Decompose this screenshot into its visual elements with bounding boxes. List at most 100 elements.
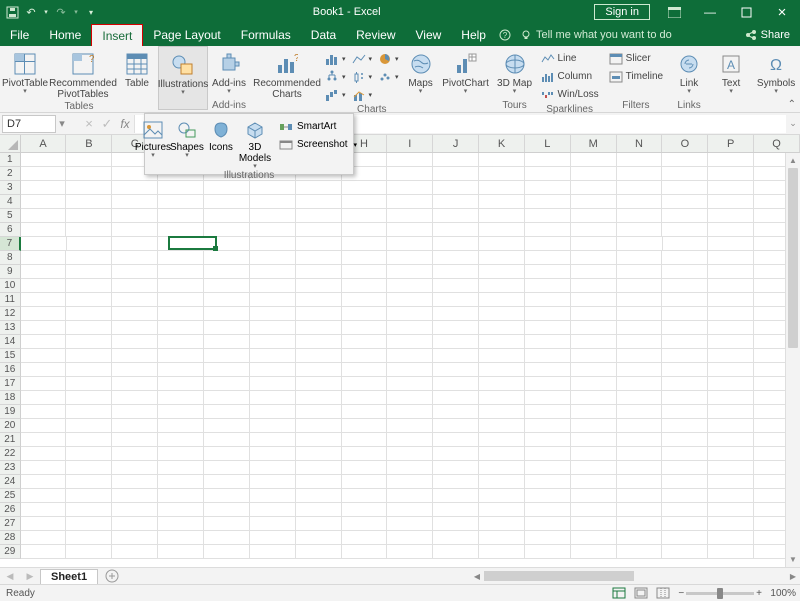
cell[interactable] (479, 209, 525, 223)
cell[interactable] (387, 307, 433, 321)
cell[interactable] (342, 251, 388, 265)
zoom-in-icon[interactable]: + (756, 588, 762, 599)
cell[interactable] (21, 391, 67, 405)
cell[interactable] (708, 237, 754, 251)
cell[interactable] (433, 153, 479, 167)
cell[interactable] (387, 335, 433, 349)
row-header[interactable]: 27 (0, 517, 21, 531)
cell[interactable] (479, 545, 525, 559)
cell[interactable] (617, 517, 663, 531)
cell[interactable] (662, 335, 708, 349)
cell[interactable] (112, 335, 158, 349)
cell[interactable] (433, 531, 479, 545)
cell[interactable] (479, 237, 525, 251)
cell[interactable] (387, 405, 433, 419)
cell[interactable] (158, 321, 204, 335)
cell[interactable] (617, 489, 663, 503)
row-header[interactable]: 3 (0, 181, 21, 195)
row-header[interactable]: 14 (0, 335, 21, 349)
cell[interactable] (296, 349, 342, 363)
cell[interactable] (525, 503, 571, 517)
cell[interactable] (158, 391, 204, 405)
cell[interactable] (204, 545, 250, 559)
cell[interactable] (342, 447, 388, 461)
cell[interactable] (66, 475, 112, 489)
cell[interactable] (617, 293, 663, 307)
cell[interactable] (158, 377, 204, 391)
menu-formulas[interactable]: Formulas (231, 24, 301, 46)
cell[interactable] (571, 475, 617, 489)
zoom-out-icon[interactable]: − (678, 588, 684, 599)
cell[interactable] (525, 195, 571, 209)
column-header[interactable]: M (571, 135, 617, 152)
cell[interactable] (662, 265, 708, 279)
cell[interactable] (21, 405, 67, 419)
cell[interactable] (433, 363, 479, 377)
cell[interactable] (66, 195, 112, 209)
row-header[interactable]: 29 (0, 545, 21, 559)
cell[interactable] (66, 363, 112, 377)
cell[interactable] (662, 517, 708, 531)
cell[interactable] (708, 293, 754, 307)
cell[interactable] (158, 195, 204, 209)
cell[interactable] (296, 209, 342, 223)
cell[interactable] (708, 363, 754, 377)
cell[interactable] (296, 237, 342, 251)
recommended-pivottables-button[interactable]: ? Recommended PivotTables (49, 48, 117, 100)
cell[interactable] (617, 377, 663, 391)
active-cell[interactable] (168, 236, 217, 250)
cell[interactable] (662, 307, 708, 321)
cell[interactable] (250, 223, 296, 237)
cell[interactable] (204, 475, 250, 489)
cell[interactable] (342, 545, 388, 559)
cell[interactable] (296, 223, 342, 237)
row-header[interactable]: 19 (0, 405, 21, 419)
cell[interactable] (112, 181, 158, 195)
cell[interactable] (342, 321, 388, 335)
cell[interactable] (617, 195, 663, 209)
cell[interactable] (342, 503, 388, 517)
cell[interactable] (387, 321, 433, 335)
cell[interactable] (479, 265, 525, 279)
cell[interactable] (112, 363, 158, 377)
cell[interactable] (479, 531, 525, 545)
cell[interactable] (112, 307, 158, 321)
cell[interactable] (708, 251, 754, 265)
shapes-button[interactable]: Shapes▾ (170, 116, 204, 159)
cell[interactable] (479, 517, 525, 531)
cell[interactable] (525, 363, 571, 377)
cell[interactable] (21, 531, 67, 545)
cell[interactable] (66, 153, 112, 167)
close-button[interactable]: × (764, 0, 800, 24)
cell[interactable] (708, 531, 754, 545)
cell[interactable] (571, 279, 617, 293)
cell[interactable] (387, 349, 433, 363)
cell[interactable] (296, 377, 342, 391)
cell[interactable] (387, 447, 433, 461)
cell[interactable] (387, 251, 433, 265)
name-box[interactable]: D7 (2, 115, 56, 133)
cell[interactable] (479, 377, 525, 391)
cell[interactable] (387, 279, 433, 293)
cell[interactable] (662, 293, 708, 307)
cell[interactable] (708, 461, 754, 475)
cell[interactable] (571, 503, 617, 517)
cell[interactable] (112, 391, 158, 405)
share-button[interactable]: Share (735, 24, 800, 46)
cell[interactable] (21, 153, 67, 167)
row-header[interactable]: 23 (0, 461, 21, 475)
signin-button[interactable]: Sign in (594, 4, 650, 20)
column-header[interactable]: O (662, 135, 708, 152)
view-page-break-icon[interactable] (652, 586, 674, 600)
cell[interactable] (21, 545, 67, 559)
cell[interactable] (204, 489, 250, 503)
cell[interactable] (21, 265, 67, 279)
cell[interactable] (296, 265, 342, 279)
cell[interactable] (342, 377, 388, 391)
cell[interactable] (204, 419, 250, 433)
cell[interactable] (571, 461, 617, 475)
cell[interactable] (617, 335, 663, 349)
link-button[interactable]: Link▾ (671, 48, 707, 95)
cell[interactable] (387, 377, 433, 391)
cell[interactable] (158, 489, 204, 503)
